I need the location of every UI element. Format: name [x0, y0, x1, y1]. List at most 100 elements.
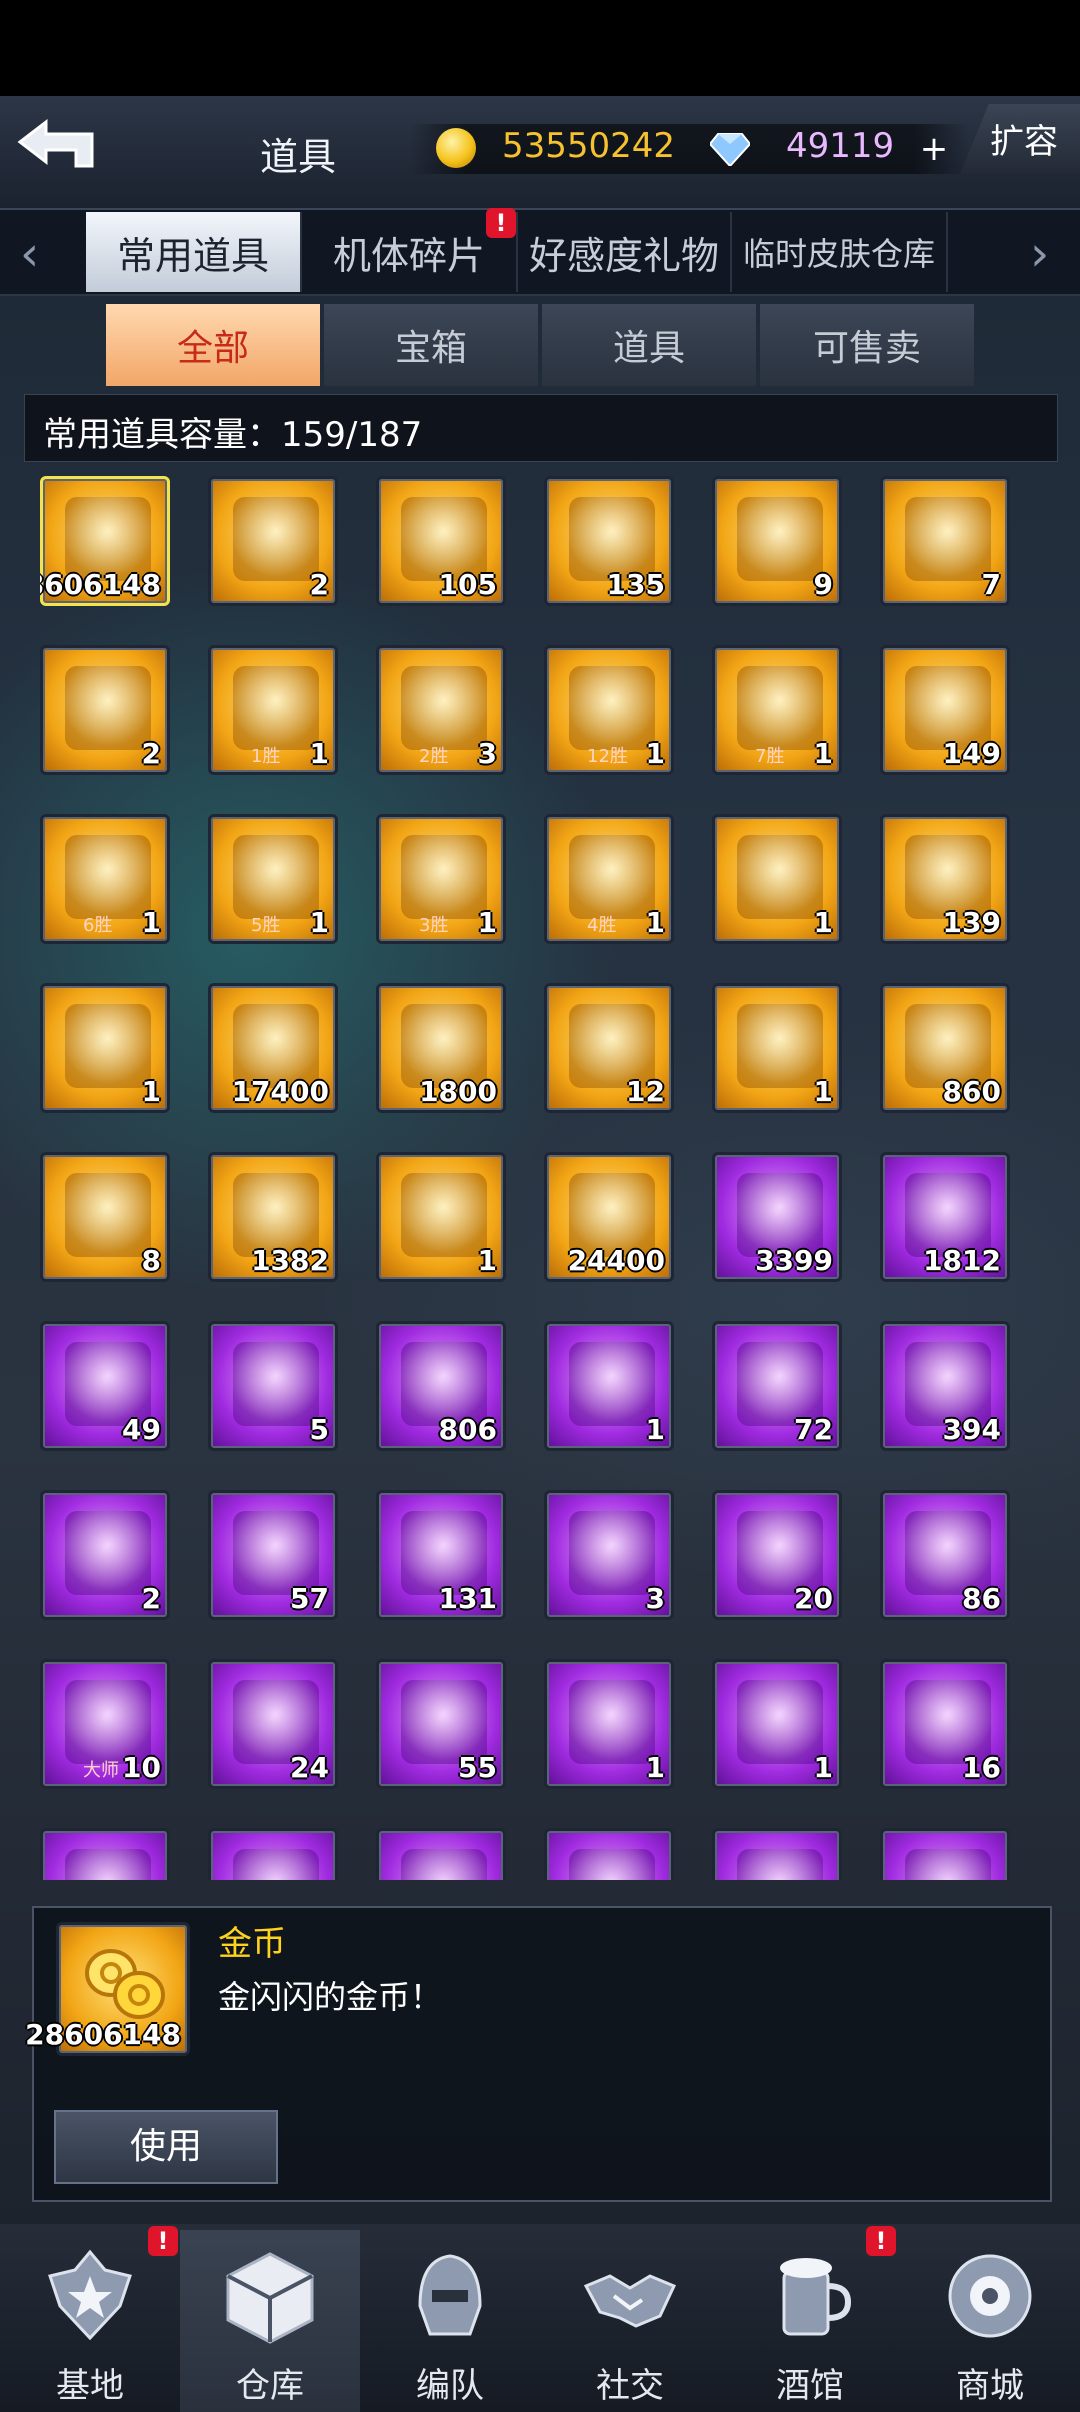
nav-tavern-alert-badge: ! — [866, 2226, 896, 2256]
inventory-item[interactable]: 7胜 1 — [712, 645, 842, 775]
inventory-item[interactable]: 105 — [376, 476, 506, 606]
nav-formation[interactable]: 编队 — [360, 2230, 540, 2412]
tab-affection-gifts[interactable]: 好感度礼物 — [518, 212, 732, 292]
inventory-item[interactable]: 16 — [880, 1659, 1010, 1789]
inventory-item[interactable]: 394 — [880, 1321, 1010, 1451]
inventory-item[interactable] — [40, 1828, 170, 1880]
inventory-item[interactable]: 139 — [880, 814, 1010, 944]
inventory-item[interactable]: 12 — [544, 983, 674, 1113]
inventory-item[interactable]: 1 — [544, 1321, 674, 1451]
item-count: 2 — [309, 568, 329, 601]
expand-label[interactable]: 扩容 — [990, 114, 1058, 163]
diamond-icon — [710, 133, 750, 166]
inventory-item[interactable]: 1胜 1 — [208, 645, 338, 775]
inventory-item[interactable] — [208, 1828, 338, 1880]
inventory-item[interactable]: 8 — [40, 1152, 170, 1282]
inventory-item[interactable]: 3 — [544, 1490, 674, 1620]
gold-coins-icon — [85, 1949, 165, 2019]
inventory-item[interactable]: 3胜 1 — [376, 814, 506, 944]
partial-item-icon — [905, 1849, 991, 1880]
inventory-item[interactable]: 57 — [208, 1490, 338, 1620]
orange-chest-icon — [65, 835, 151, 919]
inventory-item[interactable]: 5 — [208, 1321, 338, 1451]
inventory-item[interactable]: 1382 — [208, 1152, 338, 1282]
inventory-item[interactable]: 1800 — [376, 983, 506, 1113]
inventory-item[interactable]: 72 — [712, 1321, 842, 1451]
inventory-item[interactable] — [880, 1828, 1010, 1880]
inventory-item[interactable] — [712, 1828, 842, 1880]
inventory-item[interactable]: 24400 — [544, 1152, 674, 1282]
purple-chest-icon — [737, 1680, 823, 1764]
detail-item-slot: 28606148 — [25, 1922, 190, 2056]
inventory-item[interactable]: 2 — [208, 476, 338, 606]
inventory-item[interactable]: 28606148 — [40, 476, 170, 606]
inventory-item[interactable]: 1 — [712, 1659, 842, 1789]
inventory-item[interactable]: 17400 — [208, 983, 338, 1113]
inventory-item[interactable]: 4胜 1 — [544, 814, 674, 944]
subtab-items[interactable]: 道具 — [542, 304, 756, 386]
inventory-item[interactable]: 5胜 1 — [208, 814, 338, 944]
partial-item-icon — [569, 1849, 655, 1880]
inventory-item[interactable]: 806 — [376, 1321, 506, 1451]
inventory-item[interactable]: 86 — [880, 1490, 1010, 1620]
inventory-item[interactable]: 大师 10 — [40, 1659, 170, 1789]
add-gems-button[interactable]: + — [916, 132, 952, 168]
orange-chest-icon — [233, 666, 319, 750]
inventory-item[interactable]: 3399 — [712, 1152, 842, 1282]
inventory-item[interactable] — [376, 1828, 506, 1880]
tab-common-items[interactable]: 常用道具 — [86, 212, 302, 292]
nav-label-tavern: 酒馆 — [776, 2366, 844, 2406]
inventory-item[interactable]: 2 — [40, 645, 170, 775]
item-count: 9 — [813, 568, 833, 601]
item-count: 3 — [645, 1582, 665, 1615]
inventory-item[interactable]: 1 — [40, 983, 170, 1113]
inventory-item[interactable] — [544, 1828, 674, 1880]
warehouse-icon — [226, 2252, 314, 2344]
item-count: 7 — [981, 568, 1001, 601]
item-sublabel: 5胜 — [251, 915, 281, 936]
item-count: 860 — [942, 1075, 1001, 1108]
inventory-item[interactable]: 1 — [712, 814, 842, 944]
item-count: 135 — [606, 568, 665, 601]
item-count: 72 — [794, 1413, 833, 1446]
inventory-item[interactable]: 12胜 1 — [544, 645, 674, 775]
inventory-item[interactable]: 2胜 3 — [376, 645, 506, 775]
nav-warehouse[interactable]: 仓库 — [180, 2230, 360, 2412]
nav-shop[interactable]: 商城 — [900, 2230, 1080, 2412]
inventory-item[interactable]: 24 — [208, 1659, 338, 1789]
inventory-item[interactable]: 1 — [712, 983, 842, 1113]
subtab-sellable[interactable]: 可售卖 — [760, 304, 974, 386]
subtab-all[interactable]: 全部 — [106, 304, 320, 386]
back-arrow-icon[interactable] — [12, 114, 112, 184]
subtab-chests[interactable]: 宝箱 — [324, 304, 538, 386]
use-button[interactable]: 使用 — [54, 2110, 278, 2184]
detail-item-count: 28606148 — [25, 2018, 181, 2051]
tab-temp-skin-storage[interactable]: 临时皮肤仓库 — [732, 212, 948, 292]
item-count: 49 — [122, 1413, 161, 1446]
chevron-right-icon[interactable]: › — [1030, 226, 1049, 282]
inventory-item[interactable]: 49 — [40, 1321, 170, 1451]
heart-box-icon — [569, 1680, 655, 1764]
inventory-item[interactable]: 20 — [712, 1490, 842, 1620]
inventory-item[interactable]: 1 — [544, 1659, 674, 1789]
nav-base[interactable]: 基地 — [0, 2230, 180, 2412]
item-count: 1800 — [419, 1075, 497, 1108]
nav-social[interactable]: 社交 — [540, 2230, 720, 2412]
inventory-item[interactable]: 149 — [880, 645, 1010, 775]
chevron-left-icon[interactable]: ‹ — [20, 226, 39, 282]
inventory-item[interactable]: 860 — [880, 983, 1010, 1113]
inventory-item[interactable]: 6胜 1 — [40, 814, 170, 944]
inventory-item[interactable]: 1 — [376, 1152, 506, 1282]
nav-tavern[interactable]: 酒馆 — [720, 2230, 900, 2412]
inventory-item[interactable]: 7 — [880, 476, 1010, 606]
medal-icon — [65, 1173, 151, 1257]
inventory-item[interactable]: 9 — [712, 476, 842, 606]
inventory-item[interactable]: 2 — [40, 1490, 170, 1620]
item-count: 1 — [813, 1751, 833, 1784]
inventory-item[interactable]: 135 — [544, 476, 674, 606]
inventory-item[interactable]: 131 — [376, 1490, 506, 1620]
item-count: 20 — [794, 1582, 833, 1615]
inventory-item[interactable]: 1812 — [880, 1152, 1010, 1282]
partial-item-icon — [65, 1849, 151, 1880]
inventory-item[interactable]: 55 — [376, 1659, 506, 1789]
